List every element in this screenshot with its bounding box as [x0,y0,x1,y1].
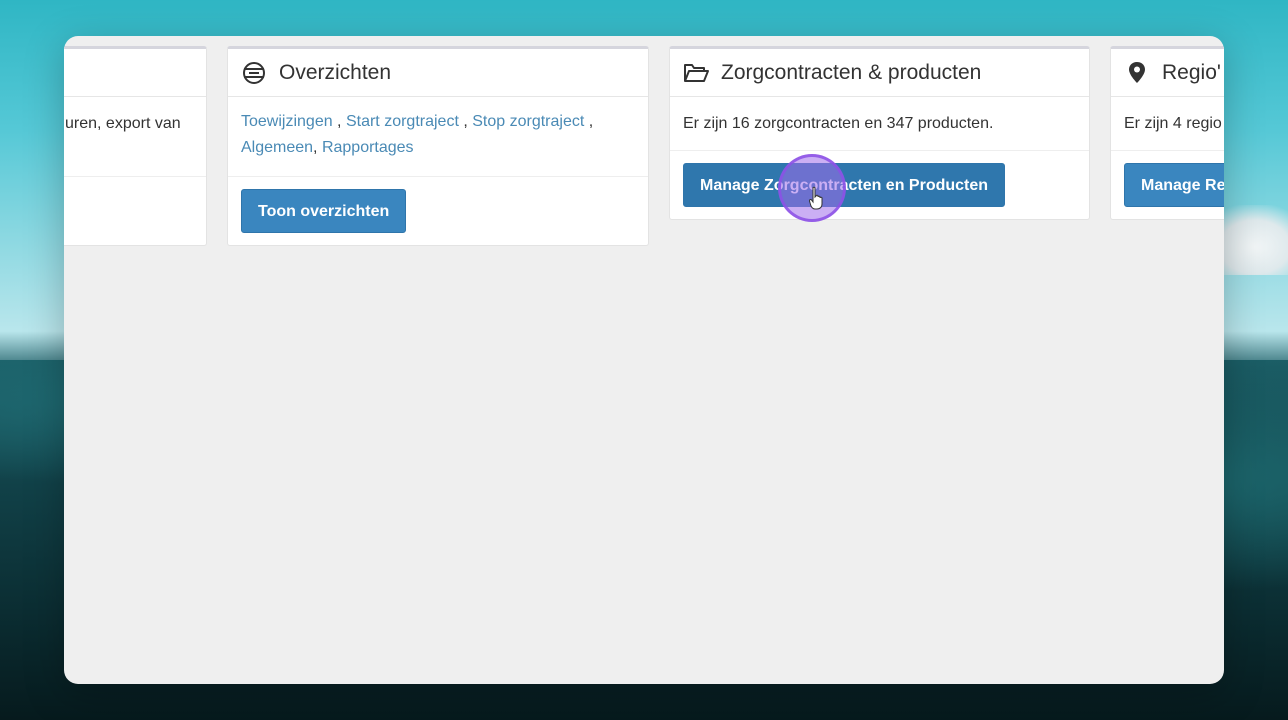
link-algemeen[interactable]: Algemeen [241,139,313,156]
manage-regio-button[interactable]: Manage Re [1124,163,1224,207]
card-zorgcontracten-body: Er zijn 16 zorgcontracten en 347 product… [670,97,1089,151]
card-zorgcontracten: Zorgcontracten & producten Er zijn 16 zo… [669,46,1090,220]
card-partial-header [64,49,206,97]
card-overzichten-footer: Toon overzichten [228,177,648,245]
card-regio-footer: Manage Re [1111,151,1224,219]
link-separator: , [313,139,322,156]
card-regio-header: Regio' [1111,49,1224,97]
link-separator: , [332,113,346,130]
folder-open-icon [683,61,709,85]
link-start-zorgtraject[interactable]: Start zorgtraject [346,113,459,130]
card-regio-body: Er zijn 4 regio [1111,97,1224,151]
card-overzichten: Overzichten Toewijzingen , Start zorgtra… [227,46,649,246]
card-zorgcontracten-footer: Manage Zorgcontracten en Producten [670,151,1089,219]
map-marker-icon [1124,61,1150,85]
card-zorgcontracten-title: Zorgcontracten & producten [721,60,982,84]
link-stop-zorgtraject[interactable]: Stop zorgtraject [472,113,584,130]
link-rapportages[interactable]: Rapportages [322,139,414,156]
card-regio-text: Er zijn 4 regio [1124,115,1222,132]
app-window: uren, export van Overzichten Toewijzinge… [64,36,1224,684]
card-overzichten-body: Toewijzingen , Start zorgtraject , Stop … [228,97,648,177]
card-zorgcontracten-header: Zorgcontracten & producten [670,49,1089,97]
link-separator: , [458,113,473,130]
hand-pointer-icon [808,186,823,210]
card-overzichten-header: Overzichten [228,49,648,97]
card-overzichten-title: Overzichten [279,60,392,84]
link-separator: , [584,113,594,130]
list-circle-icon [241,61,267,85]
card-regio-title: Regio' [1162,60,1221,84]
link-toewijzingen[interactable]: Toewijzingen [241,113,333,130]
card-regio: Regio' Er zijn 4 regio Manage Re [1110,46,1224,220]
card-zorgcontracten-text: Er zijn 16 zorgcontracten en 347 product… [683,115,994,132]
card-partial-body: uren, export van [64,97,206,177]
card-partial-text: uren, export van [65,115,181,132]
toon-overzichten-button[interactable]: Toon overzichten [241,189,407,233]
card-partial: uren, export van [64,46,207,246]
